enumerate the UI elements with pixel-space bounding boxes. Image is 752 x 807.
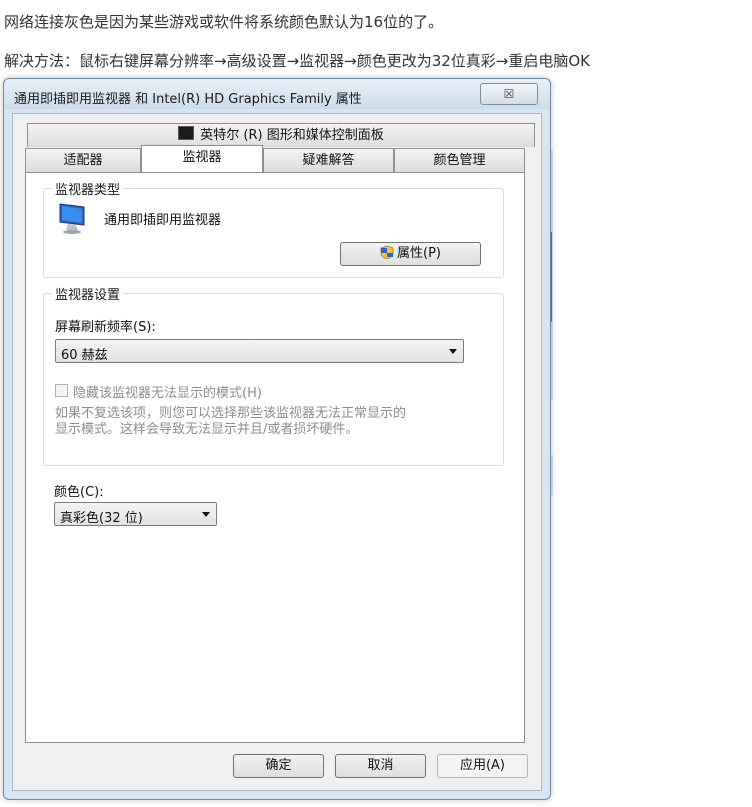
cancel-button-label: 取消 [367, 758, 394, 773]
monitor-type-group: 监视器类型 通用即插即用监视器 属性(P) [43, 179, 504, 278]
close-icon: ☒ [503, 87, 515, 101]
ok-button[interactable]: 确定 [233, 754, 324, 778]
monitor-settings-group: 监视器设置 屏幕刷新频率(S): 60 赫兹 隐藏该监视器无法显示的模式(H) … [43, 284, 504, 466]
color-depth-value: 真彩色(32 位) [60, 511, 143, 526]
tab-label: 颜色管理 [433, 153, 486, 168]
properties-button[interactable]: 属性(P) [340, 242, 481, 266]
tab-troubleshoot[interactable]: 疑难解答 [263, 148, 394, 172]
group-title-monitor-type: 监视器类型 [52, 179, 124, 198]
tab-label: 英特尔 (R) 图形和媒体控制面板 [200, 128, 384, 143]
background-window-edge-2 [551, 455, 553, 495]
dialog-title: 通用即插即用监视器 和 Intel(R) HD Graphics Family … [14, 92, 362, 107]
monitor-icon [58, 201, 88, 239]
color-label: 颜色(C): [54, 485, 104, 500]
group-title-monitor-settings: 监视器设置 [52, 284, 124, 303]
properties-dialog: 通用即插即用监视器 和 Intel(R) HD Graphics Family … [3, 78, 551, 800]
tab-monitor[interactable]: 监视器 [141, 145, 263, 172]
chevron-down-icon [202, 512, 210, 517]
apply-button[interactable]: 应用(A) [437, 754, 528, 778]
hide-modes-checkbox[interactable] [55, 384, 68, 397]
tab-color-management[interactable]: 颜色管理 [394, 148, 525, 172]
tab-label: 监视器 [182, 150, 222, 165]
intel-graphics-icon [178, 126, 195, 140]
tab-label: 疑难解答 [302, 153, 355, 168]
article-text-line-2: 解决方法：鼠标右键屏幕分辨率→高级设置→监视器→颜色更改为32位真彩→重启电脑O… [4, 52, 591, 70]
tab-label: 适配器 [63, 153, 103, 168]
chevron-down-icon [449, 349, 457, 354]
tab-intel-graphics[interactable]: 英特尔 (R) 图形和媒体控制面板 [27, 123, 535, 147]
monitor-tab-panel: 监视器类型 通用即插即用监视器 属性(P) 监视器设置 屏幕刷新频率(S): 6… [25, 172, 525, 743]
close-button[interactable]: ☒ [480, 83, 538, 105]
properties-button-label: 属性(P) [397, 246, 441, 261]
refresh-rate-select[interactable]: 60 赫兹 [55, 339, 464, 363]
color-depth-select[interactable]: 真彩色(32 位) [54, 502, 217, 526]
ok-button-label: 确定 [265, 758, 292, 773]
monitor-name: 通用即插即用监视器 [104, 213, 222, 228]
hide-modes-label: 隐藏该监视器无法显示的模式(H) [73, 386, 262, 401]
hide-modes-hint-line-2: 显示模式。这样会导致无法显示并且/或者损坏硬件。 [55, 422, 359, 437]
apply-button-label: 应用(A) [459, 758, 506, 773]
article-text-line-1: 网络连接灰色是因为某些游戏或软件将系统颜色默认为16位的了。 [4, 13, 444, 31]
cancel-button[interactable]: 取消 [335, 754, 426, 778]
refresh-rate-value: 60 赫兹 [61, 348, 108, 363]
tab-adapter[interactable]: 适配器 [25, 148, 141, 172]
dialog-titlebar[interactable]: 通用即插即用监视器 和 Intel(R) HD Graphics Family … [4, 79, 550, 109]
dialog-client-area: 英特尔 (R) 图形和媒体控制面板 适配器 监视器 疑难解答 颜色管理 监视器类… [12, 113, 542, 791]
uac-shield-icon [380, 245, 394, 268]
refresh-rate-label: 屏幕刷新频率(S): [55, 320, 156, 335]
